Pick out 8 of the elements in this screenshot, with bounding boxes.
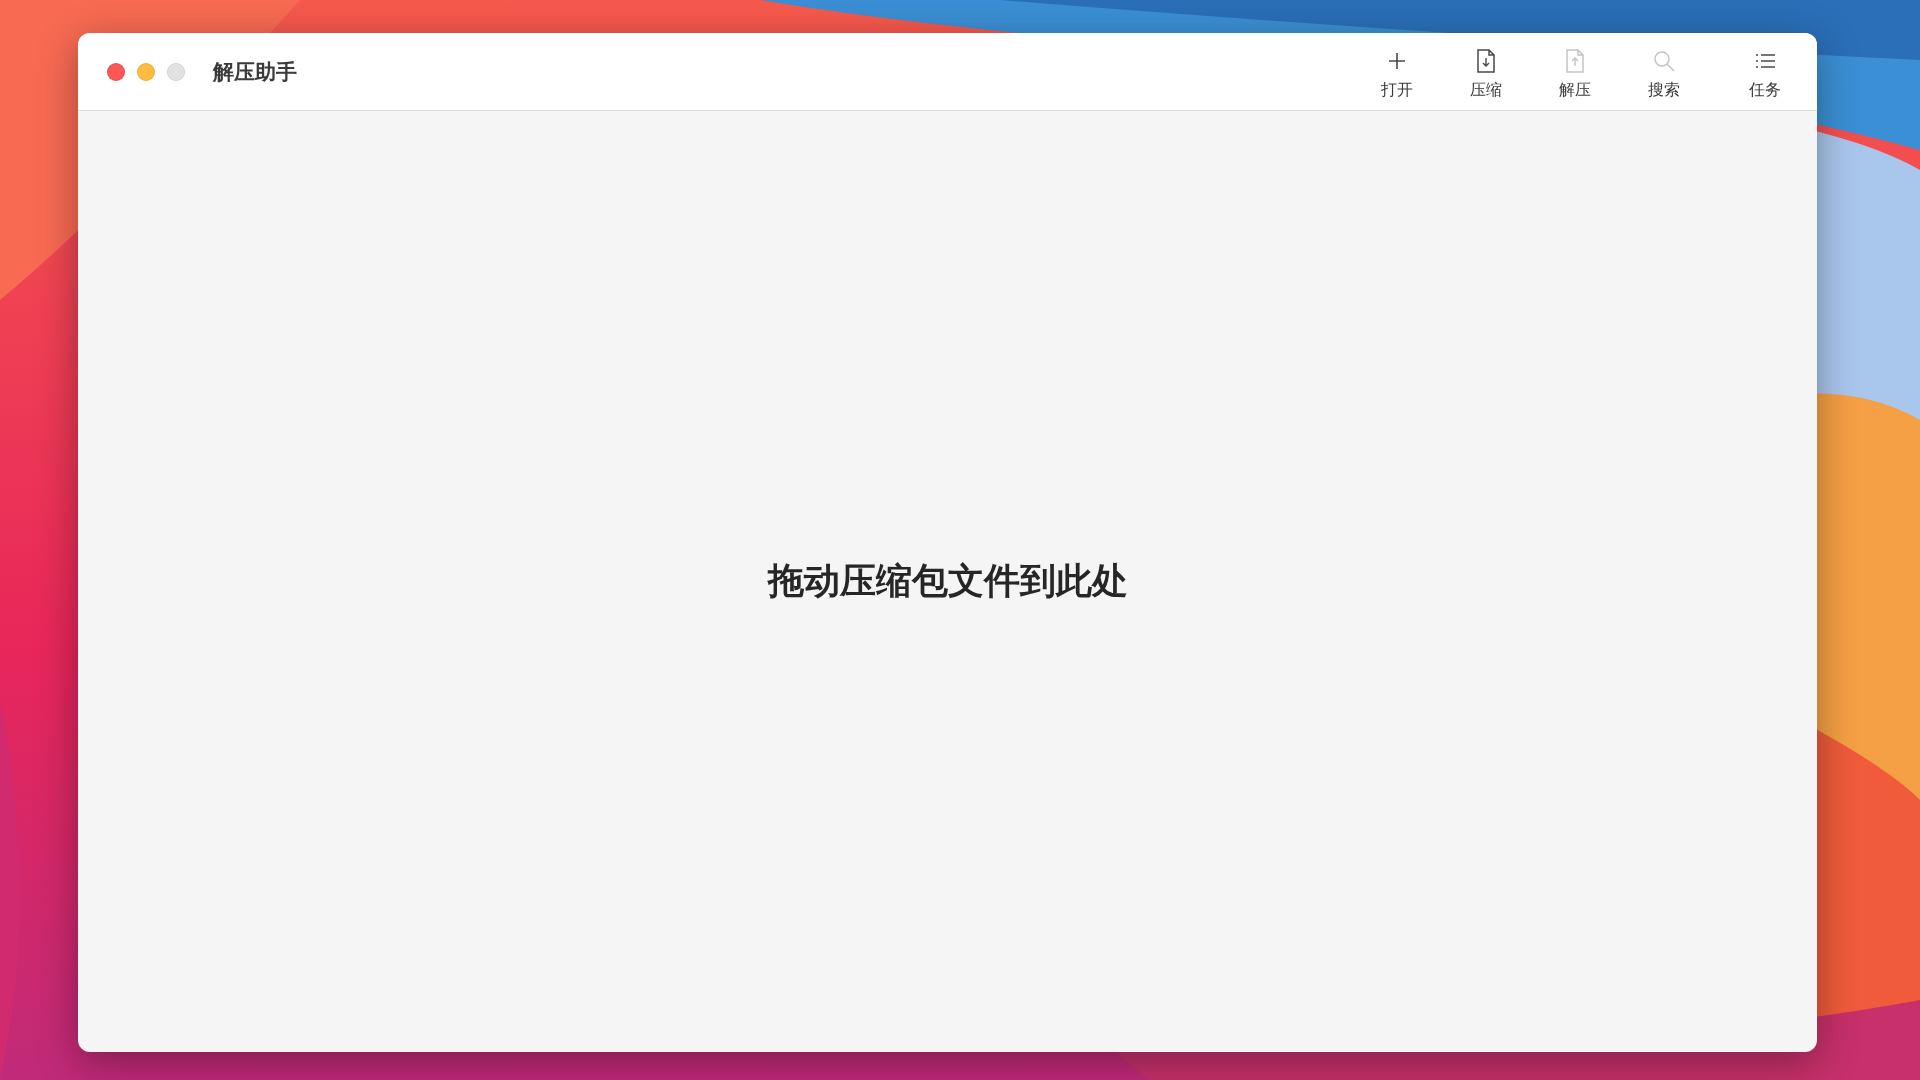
close-button[interactable]: [107, 62, 125, 81]
toolbar-button[interactable]: 压缩: [1451, 42, 1520, 101]
window-title: 解压助手: [213, 58, 297, 86]
minimize-button[interactable]: [137, 62, 155, 81]
toolbar-button[interactable]: 打开: [1362, 42, 1431, 101]
drop-hint: 拖动压缩包文件到此处: [767, 559, 1128, 603]
zoom-button[interactable]: [167, 62, 185, 81]
toolbar-button[interactable]: 任务: [1730, 42, 1799, 101]
